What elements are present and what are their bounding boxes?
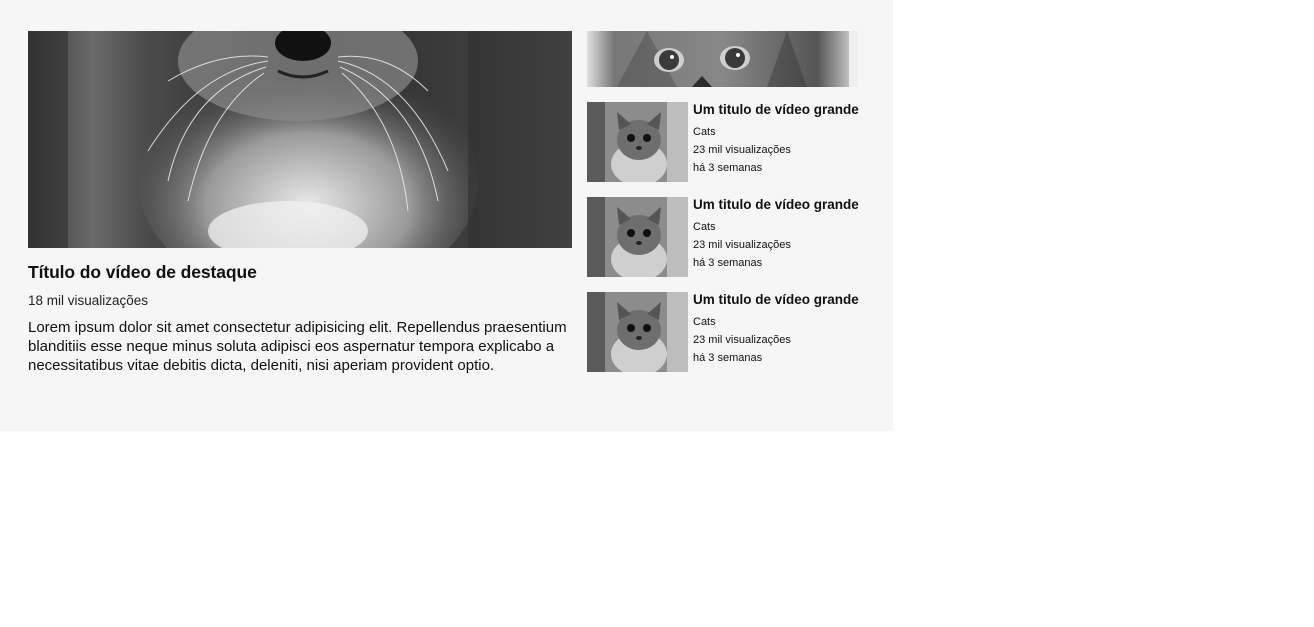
video-title[interactable]: Um titulo de vídeo grande — [693, 292, 863, 308]
video-list-item[interactable]: Um titulo de vídeo grande Cats 23 mil vi… — [587, 102, 867, 182]
video-age: há 3 semanas — [693, 257, 763, 269]
video-views: 23 mil visualizações — [693, 144, 791, 156]
video-meta: Um titulo de vídeo grande Cats 23 mil vi… — [693, 292, 863, 367]
video-list-item[interactable]: Um titulo de vídeo grande Cats 23 mil vi… — [587, 292, 867, 372]
video-thumbnail[interactable] — [587, 102, 688, 182]
content-panel: Título do vídeo de destaque 18 mil visua… — [0, 0, 893, 431]
featured-video-description: Lorem ipsum dolor sit amet consectetur a… — [28, 319, 567, 374]
video-list-item[interactable]: Um titulo de vídeo grande Cats 23 mil vi… — [587, 197, 867, 277]
kitten-thumbnail-image — [587, 197, 688, 277]
video-channel[interactable]: Cats — [693, 313, 863, 331]
video-channel[interactable]: Cats — [693, 123, 863, 141]
featured-video-thumbnail[interactable] — [28, 31, 572, 248]
video-meta: Um titulo de vídeo grande Cats 23 mil vi… — [693, 197, 863, 272]
kitten-closeup-image — [28, 31, 572, 248]
video-views: 23 mil visualizações — [693, 334, 791, 346]
kitten-thumbnail-image — [587, 292, 688, 372]
featured-video-views: 18 mil visualizações — [28, 293, 149, 308]
video-age: há 3 semanas — [693, 352, 763, 364]
video-meta: Um titulo de vídeo grande Cats 23 mil vi… — [693, 102, 863, 177]
kitten-eyes-image — [587, 31, 858, 87]
featured-video-title[interactable]: Título do vídeo de destaque — [28, 262, 572, 283]
video-thumbnail[interactable] — [587, 197, 688, 277]
video-views: 23 mil visualizações — [693, 239, 791, 251]
video-title[interactable]: Um titulo de vídeo grande — [693, 197, 863, 213]
video-title[interactable]: Um titulo de vídeo grande — [693, 102, 863, 118]
featured-video: Título do vídeo de destaque 18 mil visua… — [28, 31, 572, 375]
video-channel[interactable]: Cats — [693, 218, 863, 236]
kitten-thumbnail-image — [587, 102, 688, 182]
side-banner-thumbnail[interactable] — [587, 31, 858, 87]
video-thumbnail[interactable] — [587, 292, 688, 372]
video-age: há 3 semanas — [693, 162, 763, 174]
